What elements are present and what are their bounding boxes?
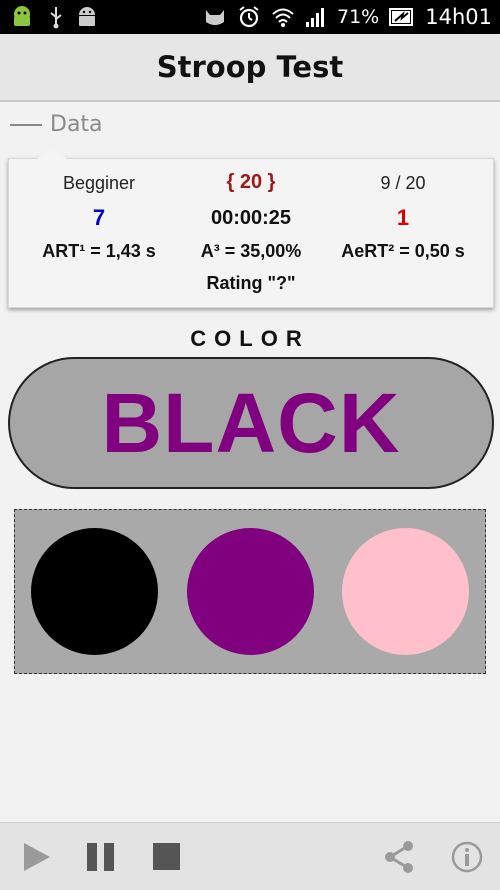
section-divider [10, 123, 42, 126]
alarm-icon [237, 5, 261, 29]
play-icon[interactable] [20, 840, 54, 874]
stimulus-word-box: BLACK [8, 357, 494, 489]
android-debug-icon [76, 5, 98, 29]
section-title: Data [50, 112, 103, 137]
android-robot-icon [8, 4, 36, 30]
battery-charging-icon [389, 7, 415, 27]
cat-icon [203, 6, 227, 28]
action-bar: Stroop Test [0, 34, 500, 102]
status-bar: 71% 14h01 [0, 0, 500, 34]
choice-purple[interactable] [187, 528, 314, 655]
choice-pink[interactable] [342, 528, 469, 655]
choice-black[interactable] [31, 528, 158, 655]
usb-icon [48, 5, 64, 29]
data-card: Begginer { 20 } 9 / 20 7 00:00:25 1 ART¹… [8, 158, 494, 308]
app-title: Stroop Test [156, 50, 344, 84]
card-pointer [36, 146, 68, 160]
stimulus-word: BLACK [101, 375, 401, 470]
signal-icon [305, 6, 327, 28]
bottom-action-bar [0, 822, 500, 890]
wrong-count: 1 [396, 205, 410, 230]
info-icon[interactable] [450, 840, 484, 874]
rating-value: Rating "?" [206, 273, 296, 293]
color-choices [14, 509, 486, 674]
stop-icon[interactable] [150, 840, 184, 874]
pause-icon[interactable] [84, 840, 118, 874]
wifi-icon [271, 6, 295, 28]
aert-value: AeRT² = 0,50 s [341, 241, 465, 261]
clock: 14h01 [425, 5, 492, 29]
color-label: COLOR [190, 326, 310, 351]
data-section-header[interactable]: Data [10, 112, 103, 137]
progress-count: 9 / 20 [380, 173, 426, 193]
battery-percent: 71% [337, 6, 380, 28]
share-icon[interactable] [382, 840, 416, 874]
